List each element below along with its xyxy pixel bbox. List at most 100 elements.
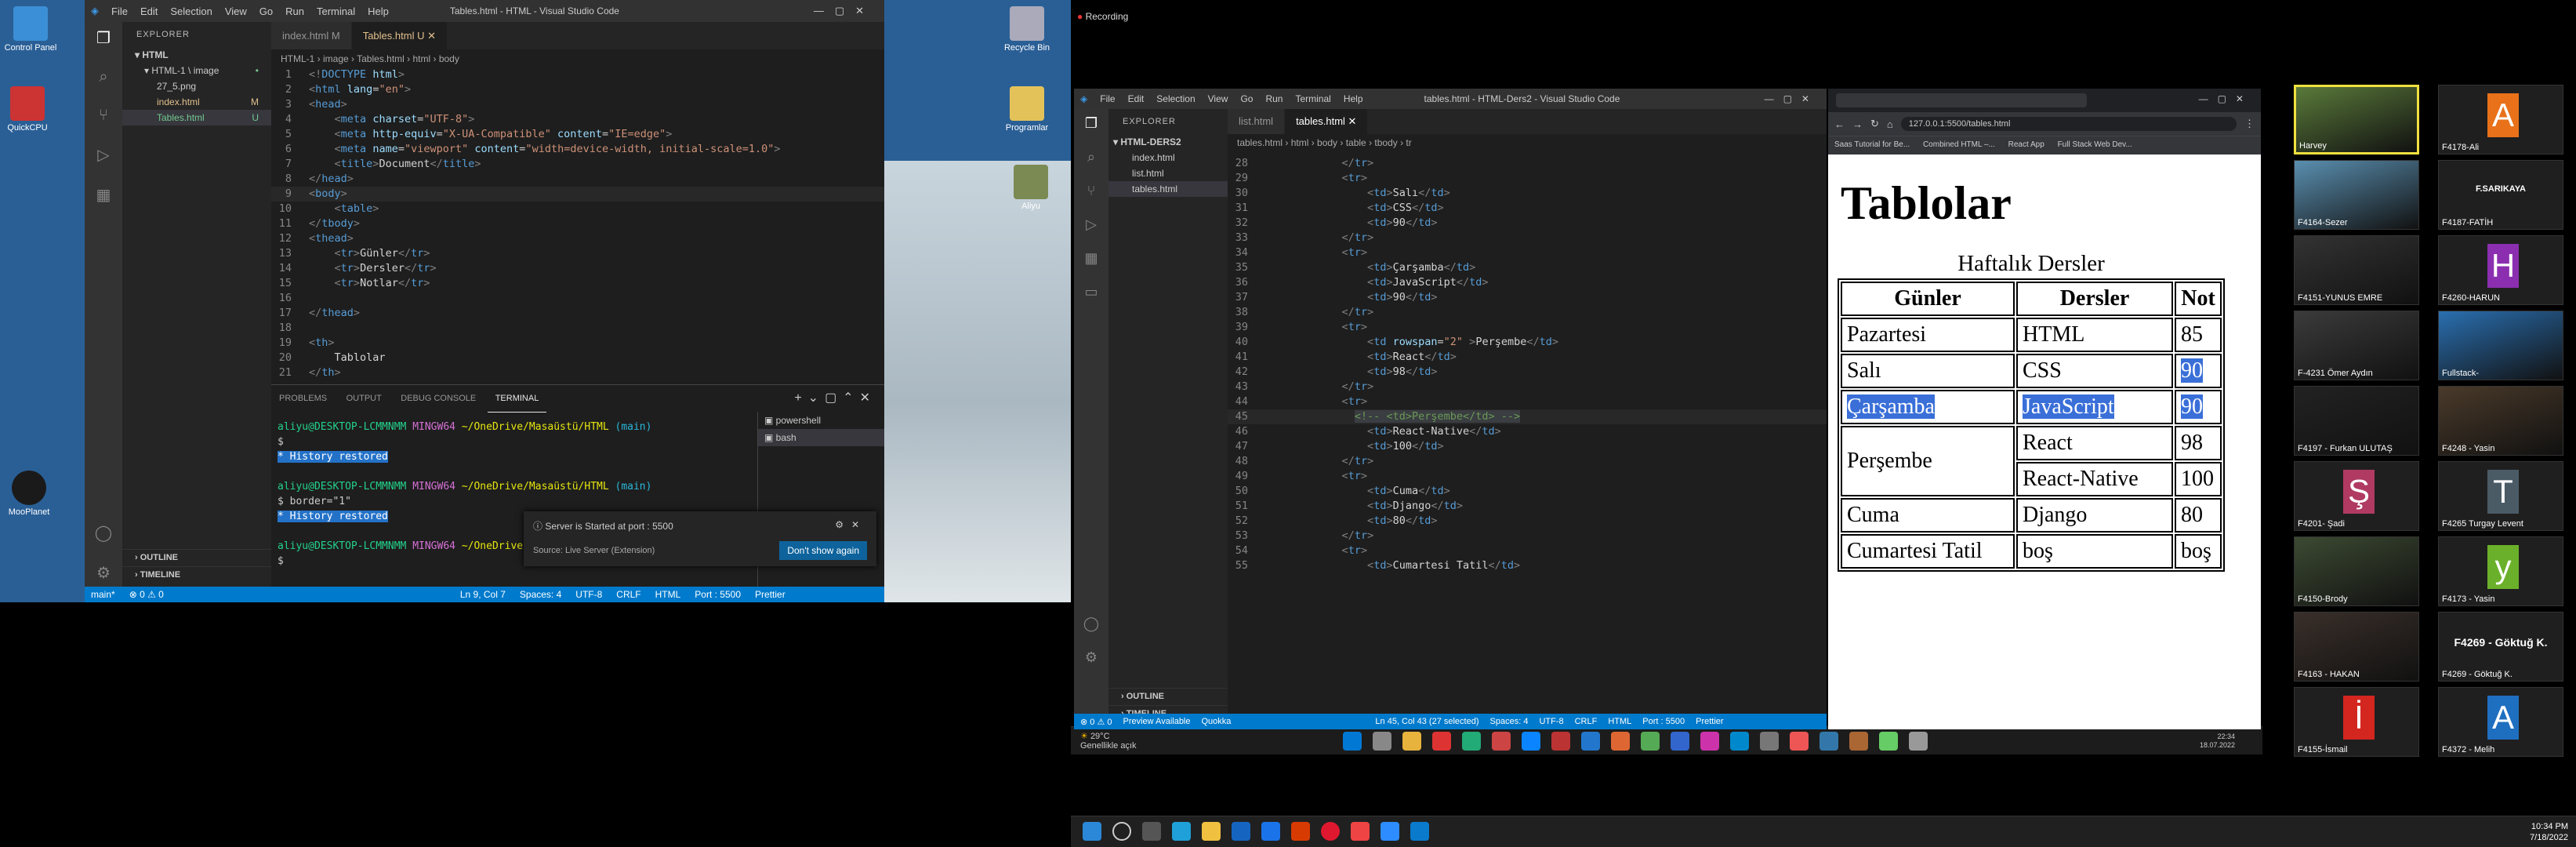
code-line[interactable]: 14 <tr>Dersler</tr>: [271, 261, 884, 276]
app-icon[interactable]: [1551, 732, 1570, 751]
search-icon[interactable]: ⌕: [99, 68, 107, 86]
code-line[interactable]: 12 <thead>: [271, 231, 884, 246]
code-line[interactable]: 17 </thead>: [271, 306, 884, 321]
participant-tile[interactable]: A F4178-Ali: [2438, 85, 2563, 154]
run-debug-icon[interactable]: ▷: [1086, 216, 1097, 233]
code-line[interactable]: 7 <title>Document</title>: [271, 157, 884, 172]
panel-tab-terminal[interactable]: TERMINAL: [487, 385, 547, 413]
code-line[interactable]: 53 </tr>: [1228, 529, 1827, 543]
code-line[interactable]: 42 <td>98</td>: [1228, 365, 1827, 380]
app-icon[interactable]: [1402, 732, 1421, 751]
code-line[interactable]: 39 <tr>: [1228, 320, 1827, 335]
status-spaces[interactable]: Spaces: 4: [1490, 717, 1529, 726]
settings-gear-icon[interactable]: ⚙: [1085, 649, 1098, 666]
code-line[interactable]: 4 <meta charset="UTF-8">: [271, 112, 884, 127]
source-control-icon[interactable]: ⑂: [1087, 183, 1096, 199]
menu-file[interactable]: File: [1094, 93, 1121, 104]
code-line[interactable]: 9 <body>: [271, 187, 884, 202]
edge-icon[interactable]: [1172, 822, 1191, 841]
bookmark[interactable]: Full Stack Web Dev...: [2058, 140, 2132, 149]
code-line[interactable]: 50 <td>Cuma</td>: [1228, 484, 1827, 499]
status-position[interactable]: Ln 45, Col 43 (27 selected): [1375, 717, 1478, 726]
menu-edit[interactable]: Edit: [1122, 93, 1151, 104]
participant-tile[interactable]: A F4372 - Melih: [2438, 687, 2563, 757]
code-line[interactable]: 8 </head>: [271, 172, 884, 187]
app-icon[interactable]: [1462, 732, 1481, 751]
code-line[interactable]: 36 <td>JavaScript</td>: [1228, 275, 1827, 290]
participant-tile[interactable]: F4248 - Yasin: [2438, 386, 2563, 456]
settings-gear-icon[interactable]: ⚙: [96, 563, 111, 583]
code-line[interactable]: 28 </tr>: [1228, 156, 1827, 171]
tree-file-png[interactable]: 27_5.png: [122, 78, 271, 94]
participant-tile[interactable]: F-4231 Ömer Aydın: [2294, 311, 2419, 380]
code-line[interactable]: 34 <tr>: [1228, 245, 1827, 260]
status-position[interactable]: Ln 9, Col 7: [460, 589, 506, 600]
status-port[interactable]: Port : 5500: [1642, 717, 1685, 726]
code-line[interactable]: 5 <meta http-equiv="X-UA-Compatible" con…: [271, 127, 884, 142]
account-icon[interactable]: ◯: [1083, 616, 1099, 632]
code-line[interactable]: 16: [271, 291, 884, 306]
code-line[interactable]: 51 <td>Django</td>: [1228, 499, 1827, 514]
windows-start-icon[interactable]: [1083, 822, 1101, 841]
menu-help[interactable]: Help: [1337, 93, 1370, 104]
status-branch[interactable]: main*: [91, 589, 115, 600]
app-icon[interactable]: [1641, 732, 1660, 751]
desktop-icon-recycle-bin[interactable]: Recycle Bin: [1000, 6, 1054, 53]
breadcrumb[interactable]: HTML-1 › image › Tables.html › html › bo…: [281, 50, 459, 67]
tree-file-list[interactable]: list.html: [1108, 165, 1228, 181]
extensions-icon[interactable]: ▦: [1084, 250, 1098, 267]
terminal-item-powershell[interactable]: ▣ powershell: [758, 412, 884, 429]
code-line[interactable]: 44 <tr>: [1228, 394, 1827, 409]
vscode-taskbar-icon[interactable]: [1730, 732, 1749, 751]
participant-tile[interactable]: F4163 - HAKAN: [2294, 612, 2419, 682]
taskbar-clock[interactable]: 10:34 PM 7/18/2022: [2530, 821, 2568, 843]
tree-file-tables[interactable]: Tables.html U: [122, 110, 271, 125]
participant-tile[interactable]: İ F4155-İsmail: [2294, 687, 2419, 757]
tab-tables-html[interactable]: Tables.html U ✕: [351, 22, 448, 49]
menu-view[interactable]: View: [1202, 93, 1235, 104]
zoom-icon[interactable]: [1381, 822, 1399, 841]
menu-run[interactable]: Run: [279, 5, 310, 17]
code-line[interactable]: 19 <th>: [271, 336, 884, 351]
status-errors[interactable]: ⊗ 0 ⚠ 0: [1080, 717, 1112, 727]
tab-list-html[interactable]: list.html: [1228, 109, 1286, 134]
app-icon[interactable]: [1373, 732, 1391, 751]
bookmark[interactable]: React App: [2008, 140, 2044, 149]
app-icon[interactable]: [1849, 732, 1868, 751]
files-icon[interactable]: ❐: [96, 28, 111, 48]
office-icon[interactable]: [1291, 822, 1310, 841]
code-line[interactable]: 33 </tr>: [1228, 231, 1827, 245]
bookmark[interactable]: Combined HTML –...: [1923, 140, 1995, 149]
panel-tab-output[interactable]: OUTPUT: [339, 385, 390, 412]
code-line[interactable]: 37 <td>90</td>: [1228, 290, 1827, 305]
tree-file-index[interactable]: index.html: [1108, 150, 1228, 165]
status-quokka[interactable]: Quokka: [1202, 717, 1232, 726]
tree-file-index[interactable]: index.html M: [122, 94, 271, 110]
code-line[interactable]: 38 </tr>: [1228, 305, 1827, 320]
code-line[interactable]: 49 <tr>: [1228, 469, 1827, 484]
status-spaces[interactable]: Spaces: 4: [520, 589, 561, 600]
panel-actions[interactable]: +⌄▢⌃✕: [794, 385, 884, 412]
panel-tab-problems[interactable]: PROBLEMS: [271, 385, 335, 412]
source-control-icon[interactable]: ⑂: [99, 107, 108, 125]
tree-file-tables[interactable]: tables.html: [1108, 181, 1228, 197]
menu-terminal[interactable]: Terminal: [1289, 93, 1337, 104]
run-debug-icon[interactable]: ▷: [97, 145, 109, 165]
tab-tables-html[interactable]: tables.html ✕: [1285, 109, 1369, 134]
menu-help[interactable]: Help: [361, 5, 395, 17]
status-preview[interactable]: Preview Available: [1123, 717, 1190, 726]
desktop-icon-programlar[interactable]: Programlar: [1000, 86, 1054, 133]
extensions-icon[interactable]: ⋮: [2244, 118, 2255, 130]
extensions-icon[interactable]: ▦: [96, 185, 111, 205]
menu-edit[interactable]: Edit: [134, 5, 164, 17]
app-icon[interactable]: [1700, 732, 1719, 751]
code-line[interactable]: 20 Tablolar: [271, 351, 884, 365]
tab-index-html[interactable]: index.html M: [271, 22, 352, 49]
reload-icon[interactable]: ↻: [1870, 118, 1879, 130]
code-line[interactable]: 15 <tr>Notlar</tr>: [271, 276, 884, 291]
code-line[interactable]: 55 <td>Cumartesi Tatil</td>: [1228, 558, 1827, 573]
window-controls[interactable]: —▢✕: [814, 5, 884, 17]
app-icon[interactable]: [1671, 732, 1689, 751]
timeline-section[interactable]: › TIMELINE: [122, 566, 271, 582]
code-line[interactable]: 3 <head>: [271, 97, 884, 112]
